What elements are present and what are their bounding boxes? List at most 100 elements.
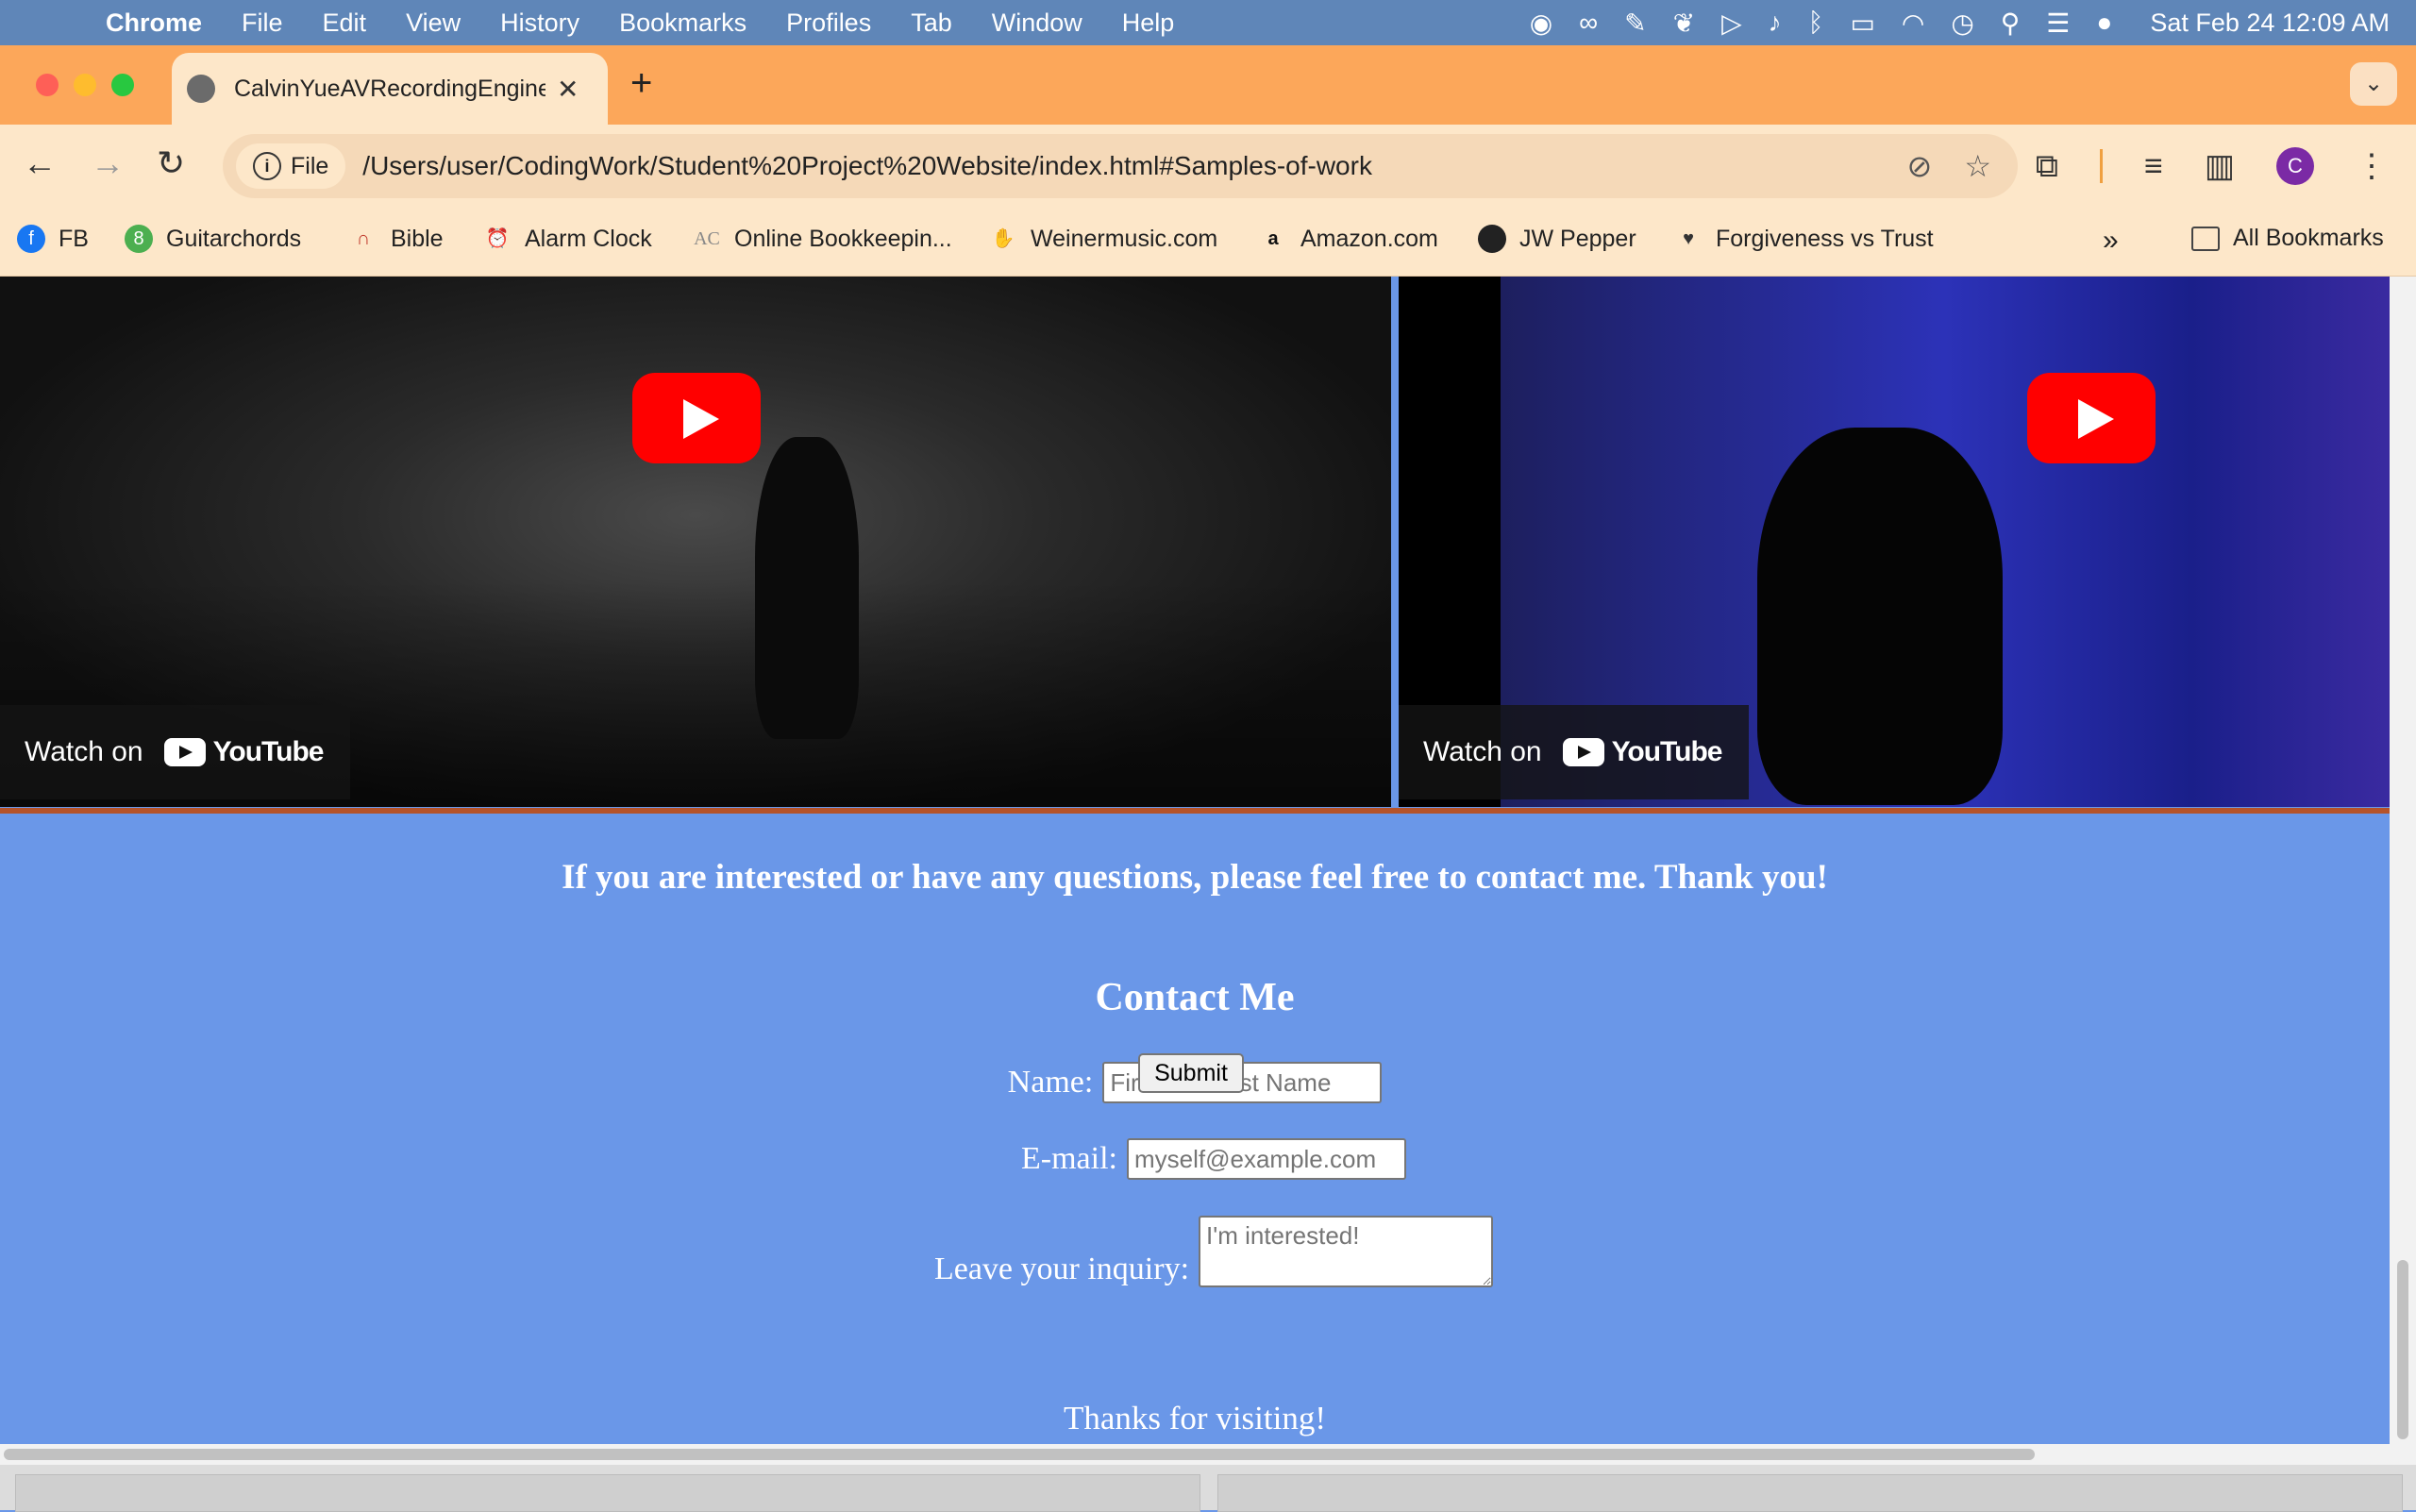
email-input[interactable] [1126, 1138, 1406, 1180]
performer-figure [1757, 428, 2003, 805]
bookmark-bible[interactable]: ∩ Bible [349, 225, 444, 253]
heart-icon: ♥ [1683, 228, 1694, 249]
wifi-icon[interactable]: ◠ [1902, 8, 1924, 39]
reload-button[interactable]: ↻ [157, 143, 185, 183]
bookmark-jw-pepper[interactable]: JW Pepper [1478, 225, 1636, 253]
menu-bookmarks[interactable]: Bookmarks [619, 8, 747, 38]
watch-on-youtube-button[interactable]: Watch on YouTube [0, 705, 350, 799]
video-embed-orchestra[interactable]: Watch on YouTube [0, 277, 1391, 807]
facebook-icon: f [17, 225, 45, 253]
youtube-play-button[interactable] [2027, 373, 2156, 463]
volume-icon[interactable]: ♪ [1769, 8, 1782, 38]
bookmark-label: Bible [391, 225, 444, 252]
media-queue-icon[interactable]: ≡ [2144, 148, 2163, 185]
bluetooth-icon[interactable]: ᛒ [1808, 8, 1824, 38]
siri-icon[interactable]: ● [2096, 8, 2112, 38]
bookmark-online-bookkeeping[interactable]: AC Online Bookkeepin... [693, 225, 952, 253]
conductor-figure [755, 437, 859, 739]
guitarchords-icon: 8 [125, 225, 153, 253]
bookmark-amazon[interactable]: a Amazon.com [1259, 225, 1438, 253]
all-bookmarks-button[interactable]: All Bookmarks [2191, 225, 2384, 252]
vertical-scrollbar[interactable] [2390, 277, 2416, 1465]
cat-icon[interactable]: ❦ [1673, 8, 1695, 39]
tab-strip: CalvinYueAVRecordingEngine ✕ + ⌄ [0, 45, 2416, 125]
address-bar[interactable]: i File /Users/user/CodingWork/Student%20… [223, 134, 2018, 198]
page-content: Watch on YouTube Watch on YouTube If you… [0, 277, 2390, 1444]
menu-help[interactable]: Help [1122, 8, 1175, 38]
macos-menu-bar: Chrome File Edit View History Bookmarks … [0, 0, 2416, 45]
tab-close-icon[interactable]: ✕ [557, 74, 579, 105]
bookmark-alarm-clock[interactable]: ⏰ Alarm Clock [483, 225, 652, 253]
omnibox-actions: ⊘ ☆ [1907, 134, 1992, 198]
submit-button[interactable]: Submit [1138, 1053, 1244, 1093]
youtube-icon [163, 738, 206, 766]
bookmark-label: Guitarchords [166, 225, 302, 252]
tab-search-button[interactable]: ⌄ [2350, 62, 2397, 106]
vertical-scroll-thumb[interactable] [2397, 1260, 2408, 1439]
url-text[interactable]: /Users/user/CodingWork/Student%20Project… [362, 151, 1372, 181]
ink-icon[interactable]: ✎ [1624, 8, 1646, 39]
bottom-panel-right [1217, 1474, 2403, 1512]
email-row: E-mail: [0, 1138, 2390, 1180]
spotlight-search-icon[interactable]: ⚲ [2001, 8, 2021, 39]
bookmarks-overflow-button[interactable]: » [2103, 225, 2119, 257]
creative-cloud-icon[interactable]: ∞ [1579, 8, 1598, 38]
youtube-icon [1562, 738, 1604, 766]
tab-active[interactable]: CalvinYueAVRecordingEngine ✕ [172, 53, 608, 125]
youtube-logo: YouTube [163, 736, 324, 768]
youtube-play-button[interactable] [632, 373, 761, 463]
chrome-menu-icon[interactable]: ⋮ [2356, 147, 2388, 185]
bottom-panel-left [15, 1474, 1200, 1512]
horizontal-scrollbar[interactable] [0, 1444, 2390, 1465]
bookmark-label: Weinermusic.com [1031, 225, 1218, 252]
battery-icon[interactable]: ▭ [1850, 8, 1874, 39]
bookmark-fb[interactable]: f FB [17, 225, 89, 253]
all-bookmarks-label: All Bookmarks [2233, 225, 2384, 251]
bottom-panel [0, 1465, 2416, 1512]
bookmark-weinermusic[interactable]: ✋ Weinermusic.com [989, 225, 1218, 253]
amazon-icon: a [1267, 228, 1279, 249]
profile-avatar[interactable]: C [2276, 147, 2314, 185]
site-info-chip[interactable]: i File [236, 143, 346, 189]
extensions-puzzle-icon[interactable]: ⧉ [2036, 148, 2058, 185]
zoom-window-button[interactable] [111, 74, 134, 96]
menu-edit[interactable]: Edit [323, 8, 367, 38]
watch-on-youtube-button[interactable]: Watch on YouTube [1399, 705, 1749, 799]
folder-icon [2191, 226, 2220, 251]
bible-icon: ∩ [356, 228, 371, 249]
bookmark-guitarchords[interactable]: 8 Guitarchords [125, 225, 301, 253]
bookmark-label: Amazon.com [1300, 225, 1438, 252]
play-status-icon[interactable]: ▷ [1721, 8, 1742, 39]
new-tab-button[interactable]: + [630, 62, 652, 105]
bookmark-star-icon[interactable]: ☆ [1964, 148, 1991, 184]
tab-title: CalvinYueAVRecordingEngine [234, 75, 545, 102]
youtube-brand: YouTube [1611, 736, 1723, 767]
menubar-clock[interactable]: Sat Feb 24 12:09 AM [2150, 8, 2390, 38]
control-center-icon[interactable]: ☰ [2046, 8, 2070, 39]
menu-history[interactable]: History [500, 8, 579, 38]
menu-view[interactable]: View [406, 8, 461, 38]
menu-file[interactable]: File [242, 8, 283, 38]
video-embed-performance[interactable]: Watch on YouTube [1399, 277, 2390, 807]
eye-slash-icon[interactable]: ⊘ [1907, 148, 1933, 184]
status-app-icon[interactable]: ◉ [1530, 8, 1552, 39]
weinermusic-icon: ✋ [991, 228, 1015, 249]
minimize-window-button[interactable] [74, 74, 96, 96]
forward-button[interactable]: → [91, 143, 125, 183]
time-machine-icon[interactable]: ◷ [1951, 8, 1973, 39]
back-button[interactable]: ← [23, 143, 57, 183]
menu-window[interactable]: Window [992, 8, 1082, 38]
bookmark-label: Online Bookkeepin... [734, 225, 952, 252]
menu-chrome[interactable]: Chrome [106, 8, 202, 38]
bookmark-forgiveness-vs-trust[interactable]: ♥ Forgiveness vs Trust [1674, 225, 1934, 253]
side-panel-icon[interactable]: ▥ [2205, 147, 2235, 185]
menu-tab[interactable]: Tab [911, 8, 952, 38]
menu-profiles[interactable]: Profiles [786, 8, 871, 38]
close-window-button[interactable] [36, 74, 59, 96]
horizontal-scroll-thumb[interactable] [4, 1449, 2035, 1460]
bookmark-label: Alarm Clock [525, 225, 652, 252]
name-label: Name: [1007, 1065, 1094, 1100]
bookmark-label: JW Pepper [1519, 225, 1636, 252]
inquiry-textarea[interactable] [1199, 1216, 1494, 1287]
bookkeeping-icon: AC [694, 228, 720, 249]
